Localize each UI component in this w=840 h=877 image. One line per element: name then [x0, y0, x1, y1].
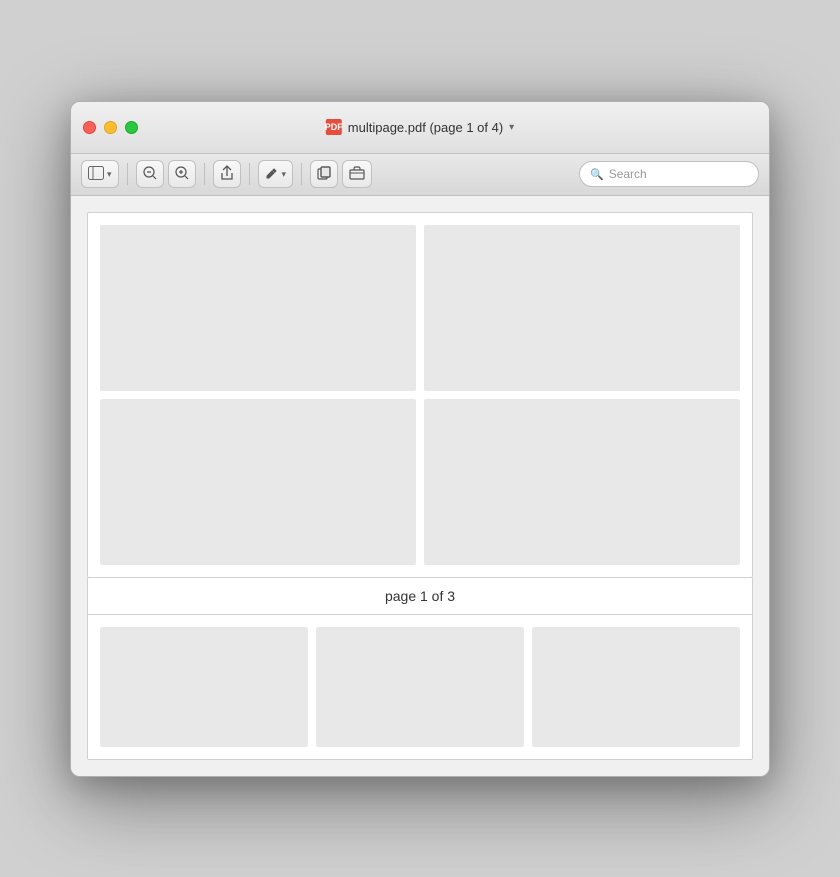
separator-2	[204, 163, 205, 185]
copy-button[interactable]	[310, 160, 338, 188]
grid-cell-right	[532, 627, 740, 747]
zoom-out-button[interactable]	[136, 160, 164, 188]
sidebar-toggle-button[interactable]: ▾	[81, 160, 119, 188]
zoom-in-button[interactable]	[168, 160, 196, 188]
search-placeholder: Search	[609, 167, 647, 181]
content-area: page 1 of 3	[71, 196, 769, 776]
page-label: page 1 of 3	[385, 588, 455, 604]
title-chevron-icon[interactable]: ▾	[509, 122, 514, 133]
pdf-icon: PDF	[326, 119, 342, 135]
grid-cell-left	[100, 627, 308, 747]
copy-icon	[317, 166, 331, 183]
toolbox-button[interactable]	[342, 160, 372, 188]
close-button[interactable]	[83, 121, 96, 134]
grid-cell-bottom-right	[424, 399, 740, 565]
separator-4	[301, 163, 302, 185]
separator-3	[249, 163, 250, 185]
page-divider: page 1 of 3	[87, 578, 753, 615]
maximize-button[interactable]	[125, 121, 138, 134]
zoom-out-icon	[143, 166, 157, 183]
app-window: PDF multipage.pdf (page 1 of 4) ▾ ▾	[70, 101, 770, 777]
zoom-in-icon	[175, 166, 189, 183]
grid-cell-top-left	[100, 225, 416, 391]
title-bar: PDF multipage.pdf (page 1 of 4) ▾	[71, 102, 769, 154]
sidebar-icon	[88, 166, 104, 183]
share-icon	[220, 165, 234, 184]
window-title: multipage.pdf (page 1 of 4)	[348, 120, 503, 135]
grid-2x2	[100, 225, 740, 565]
separator-1	[127, 163, 128, 185]
minimize-button[interactable]	[104, 121, 117, 134]
sidebar-chevron-icon: ▾	[107, 169, 112, 180]
annotate-button[interactable]: ▾	[258, 160, 294, 188]
page-top-section	[87, 212, 753, 578]
page-bottom-section	[87, 615, 753, 760]
search-field[interactable]: 🔍 Search	[579, 161, 759, 187]
search-icon: 🔍	[590, 168, 604, 181]
toolbox-icon	[349, 166, 365, 183]
traffic-lights	[83, 121, 138, 134]
grid-cell-center	[316, 627, 524, 747]
share-button[interactable]	[213, 160, 241, 188]
toolbar: ▾	[71, 154, 769, 196]
title-area: PDF multipage.pdf (page 1 of 4) ▾	[326, 119, 514, 135]
annotate-icon	[265, 166, 279, 183]
grid-cell-top-right	[424, 225, 740, 391]
grid-1x3	[100, 627, 740, 747]
grid-cell-bottom-left	[100, 399, 416, 565]
annotate-chevron-icon: ▾	[282, 169, 287, 180]
